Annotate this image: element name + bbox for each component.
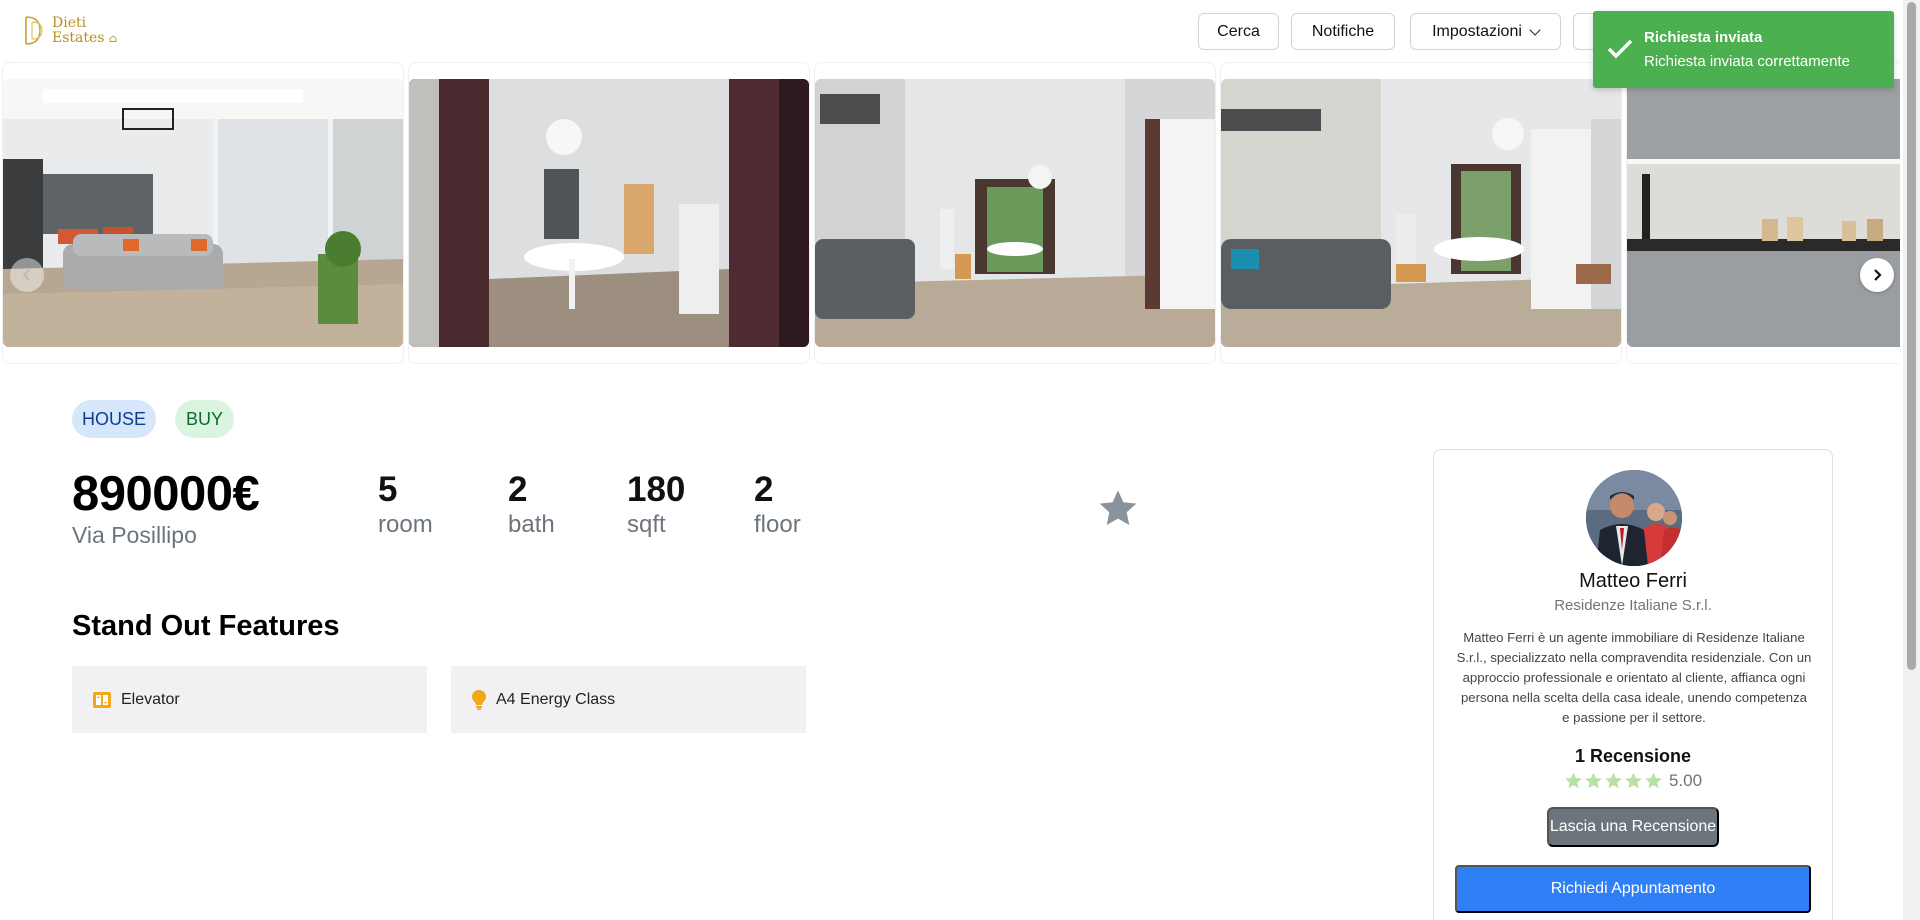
reviews-count: 1 Recensione [1574, 746, 1692, 766]
agent-company: Residenze Italiane S.r.l. [1554, 597, 1712, 614]
logo-text-line1: Dieti [52, 15, 87, 31]
stat-sqft: 180 sqft [627, 470, 685, 540]
listing-address: Via Posillipo [72, 522, 197, 548]
agent-avatar[interactable] [1586, 470, 1682, 566]
stat-baths: 2 bath [508, 470, 555, 540]
elevator-icon [93, 691, 111, 708]
page-scrollbar[interactable] [1903, 0, 1920, 920]
rating-value: 5.00 [1668, 771, 1703, 790]
gallery-photo-living-area[interactable] [1221, 79, 1621, 347]
feature-label: A4 Energy Class [496, 690, 616, 708]
checkmark-icon [1607, 39, 1633, 59]
lightbulb-icon [472, 689, 486, 710]
toast-title: Richiesta inviata [1644, 29, 1763, 46]
features-heading: Stand Out Features [72, 610, 340, 642]
feature-item-elevator: Elevator [72, 666, 427, 733]
gallery-photo-dining-room[interactable] [815, 79, 1215, 347]
photo-gallery-carousel [0, 62, 1900, 364]
settings-dropdown-button[interactable]: Impostazioni [1410, 13, 1561, 50]
notifications-button[interactable]: Notifiche [1291, 13, 1395, 50]
rating-star-icon [1645, 772, 1662, 789]
stat-value: 180 [627, 470, 686, 509]
dieti-estates-logo[interactable]: Dieti Estates ⌂ [20, 13, 130, 49]
toast-message: Richiesta inviata correttamente [1644, 53, 1850, 70]
chevron-down-icon [1529, 23, 1541, 36]
gallery-photo-hallway[interactable] [409, 79, 809, 347]
stat-value: 2 [508, 470, 528, 509]
rating-star-icon [1625, 772, 1642, 789]
scrollbar-thumb[interactable] [1907, 2, 1916, 670]
stat-label: bath [508, 511, 555, 538]
feature-label: Elevator [121, 690, 180, 708]
gallery-photo-living-room[interactable] [3, 79, 403, 347]
agent-name: Matteo Ferri [1579, 570, 1687, 592]
success-toast[interactable]: Richiesta inviata Richiesta inviata corr… [1593, 11, 1894, 88]
logo-house-icon: ⌂ [108, 32, 118, 45]
rating-star-icon [1585, 772, 1602, 789]
gallery-next-button[interactable] [1860, 258, 1894, 292]
property-type-badge: HOUSE [72, 400, 156, 438]
rating-stars [1564, 772, 1663, 790]
search-button[interactable]: Cerca [1198, 13, 1279, 50]
stat-value: 5 [378, 470, 398, 509]
settings-label: Impostazioni [1432, 22, 1522, 40]
listing-price: 890000€ [72, 467, 260, 521]
agent-card: Matteo Ferri Residenze Italiane S.r.l. M… [1433, 449, 1833, 920]
agent-bio: Matteo Ferri è un agente immobiliare di … [1456, 630, 1812, 725]
stat-value: 2 [754, 470, 774, 509]
contract-type-badge: BUY [175, 400, 234, 438]
leave-review-button[interactable]: Lascia una Recensione [1547, 807, 1719, 847]
feature-item-energy-class: A4 Energy Class [451, 666, 806, 733]
stat-floor: 2 floor [754, 470, 801, 540]
stat-label: sqft [627, 511, 666, 538]
logo-text-line2: Estates [52, 30, 105, 46]
gallery-prev-button[interactable] [10, 258, 44, 292]
request-appointment-button[interactable]: Richiedi Appuntamento [1455, 865, 1811, 913]
gallery-photo-kitchen[interactable] [1627, 79, 1900, 347]
chevron-left-icon [22, 269, 30, 281]
rating-star-icon [1605, 772, 1622, 789]
stat-label: floor [754, 511, 801, 538]
agent-rating: 5.00 [1434, 771, 1832, 791]
rating-star-icon [1565, 772, 1582, 789]
chevron-right-icon [1874, 269, 1882, 281]
logo-monogram-icon [25, 16, 43, 45]
stat-rooms: 5 room [378, 470, 433, 540]
favorite-star-icon[interactable] [1097, 489, 1139, 529]
stat-label: room [378, 511, 433, 538]
